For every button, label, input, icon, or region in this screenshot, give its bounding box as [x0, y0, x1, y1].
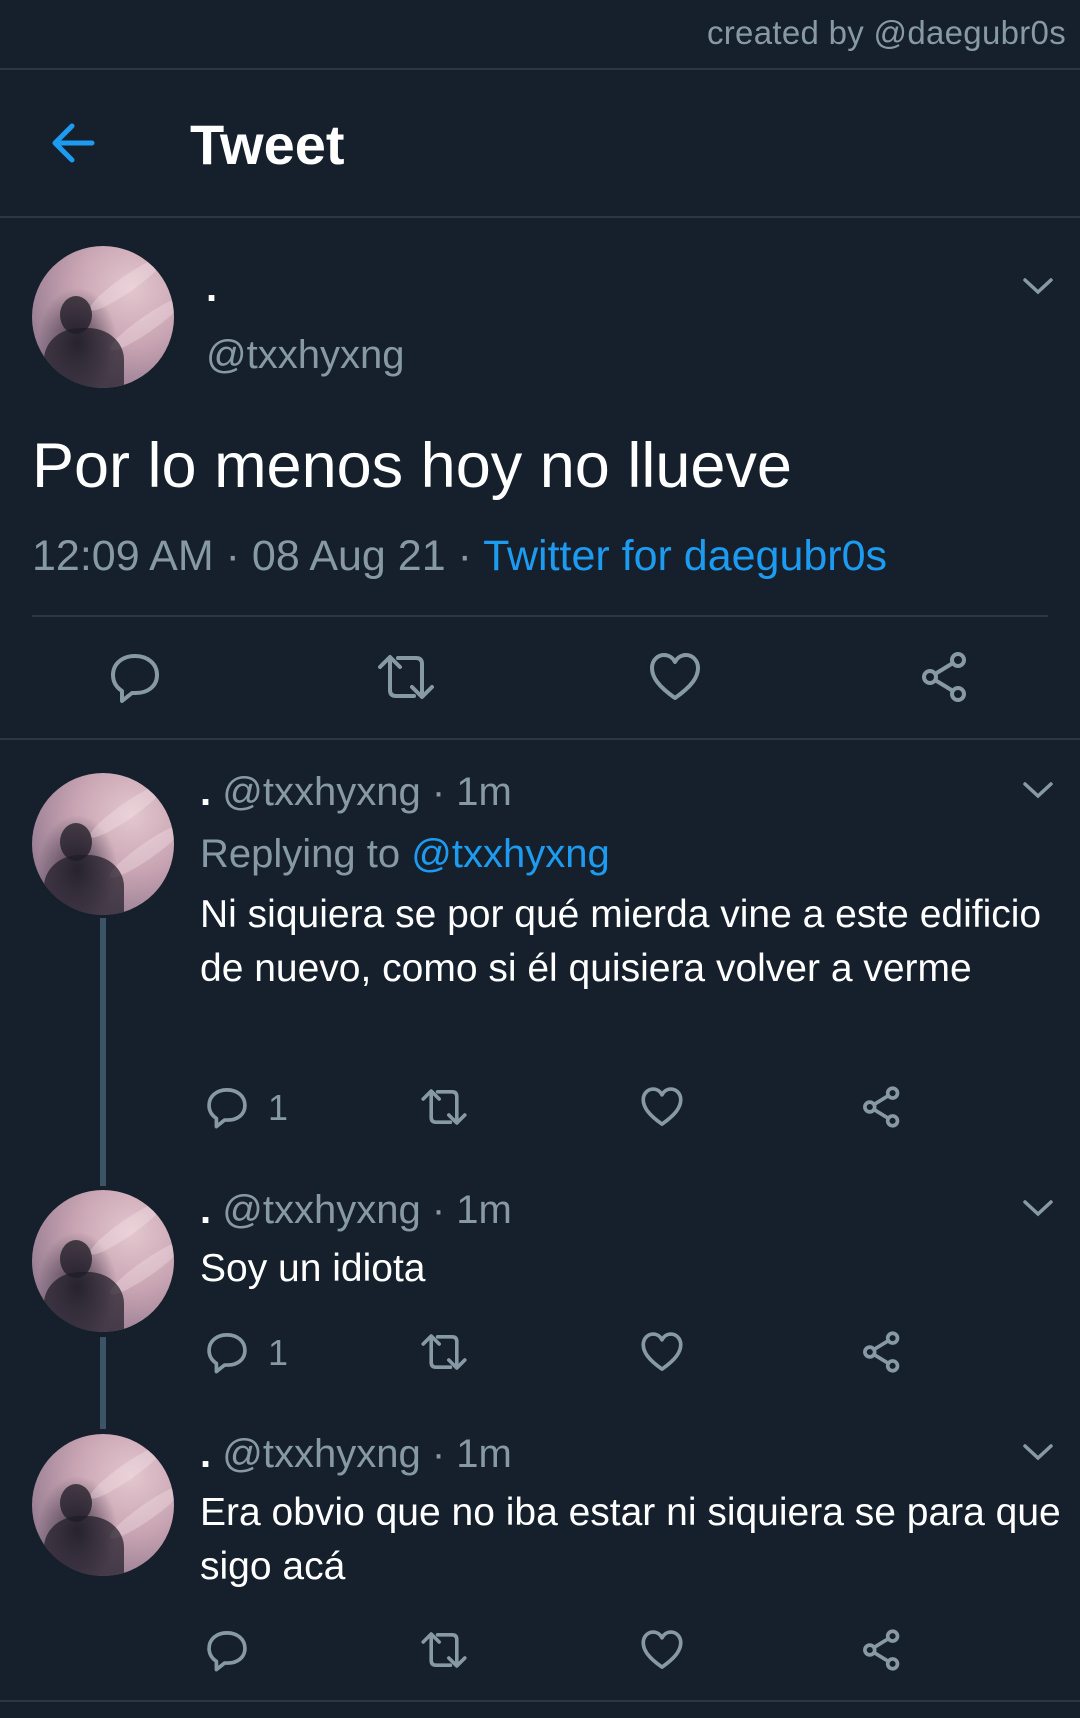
avatar[interactable]: [32, 246, 174, 388]
share-icon[interactable]: [860, 1628, 904, 1672]
reply-text: Soy un idiota: [200, 1247, 426, 1290]
tweet-date: 08 Aug 21: [251, 532, 446, 580]
reply-meta: @txxhyxng · 1m: [222, 1432, 512, 1476]
reply-count: 1: [268, 1087, 289, 1128]
creator-credit: created by @daegubr0s: [706, 14, 1066, 51]
reply-header[interactable]: . @txxhyxng · 1m: [200, 1432, 512, 1477]
reply-header[interactable]: . @txxhyxng · 1m: [200, 770, 512, 815]
replying-to-label: Replying to: [200, 832, 401, 876]
reply-header[interactable]: . @txxhyxng · 1m: [200, 1188, 512, 1233]
retweet-icon[interactable]: [420, 1628, 468, 1672]
avatar[interactable]: [32, 1190, 174, 1332]
arrow-left-icon: [52, 123, 95, 163]
chevron-down-icon[interactable]: [1022, 276, 1054, 296]
divider: [0, 216, 1080, 218]
reply-icon[interactable]: [108, 650, 162, 704]
tweet-time: 12:09 AM: [32, 532, 214, 580]
reply-count: 1: [268, 1332, 289, 1373]
meta-separator: ·: [457, 532, 472, 580]
share-icon[interactable]: [860, 1085, 904, 1129]
thread-line: [100, 1337, 106, 1429]
reply-icon[interactable]: [205, 1330, 249, 1374]
tweet-author-name[interactable]: .: [206, 266, 217, 311]
reply-author-name: .: [200, 1432, 212, 1476]
reply-meta: @txxhyxng · 1m: [222, 770, 512, 814]
reply-author-name: .: [200, 770, 212, 814]
divider: [0, 68, 1080, 70]
divider: [0, 1700, 1080, 1702]
retweet-icon[interactable]: [420, 1085, 468, 1129]
heart-icon[interactable]: [648, 650, 702, 704]
divider: [32, 615, 1048, 617]
reply-icon[interactable]: [205, 1085, 249, 1129]
heart-icon[interactable]: [640, 1330, 684, 1374]
reply-meta: @txxhyxng · 1m: [222, 1188, 512, 1232]
avatar[interactable]: [32, 773, 174, 915]
chevron-down-icon[interactable]: [1022, 1442, 1054, 1462]
tweet-text: Por lo menos hoy no llueve: [32, 431, 792, 501]
tweet-author-handle[interactable]: @txxhyxng: [206, 333, 404, 378]
tweet-source-link[interactable]: Twitter for daegubr0s: [483, 532, 887, 580]
back-button[interactable]: [46, 116, 100, 170]
divider: [0, 738, 1080, 740]
heart-icon[interactable]: [640, 1628, 684, 1672]
replying-to: Replying to @txxhyxng: [200, 832, 610, 877]
share-icon[interactable]: [860, 1330, 904, 1374]
replying-to-handle[interactable]: @txxhyxng: [411, 832, 609, 876]
reply-text: Ni siquiera se por qué mierda vine a est…: [200, 893, 1042, 990]
meta-separator: ·: [225, 532, 240, 580]
reply-icon[interactable]: [205, 1628, 249, 1672]
avatar[interactable]: [32, 1434, 174, 1576]
chevron-down-icon[interactable]: [1022, 1198, 1054, 1218]
chevron-down-icon[interactable]: [1022, 780, 1054, 800]
reply-text: Era obvio que no iba estar ni siquiera s…: [200, 1491, 1061, 1588]
thread-line: [100, 918, 106, 1186]
retweet-icon[interactable]: [420, 1330, 468, 1374]
share-icon[interactable]: [918, 650, 972, 704]
retweet-icon[interactable]: [376, 650, 436, 704]
heart-icon[interactable]: [640, 1085, 684, 1129]
reply-author-name: .: [200, 1188, 212, 1232]
tweet-meta: 12:09 AM · 08 Aug 21 · Twitter for daegu…: [32, 532, 887, 581]
page-title: Tweet: [190, 113, 345, 176]
